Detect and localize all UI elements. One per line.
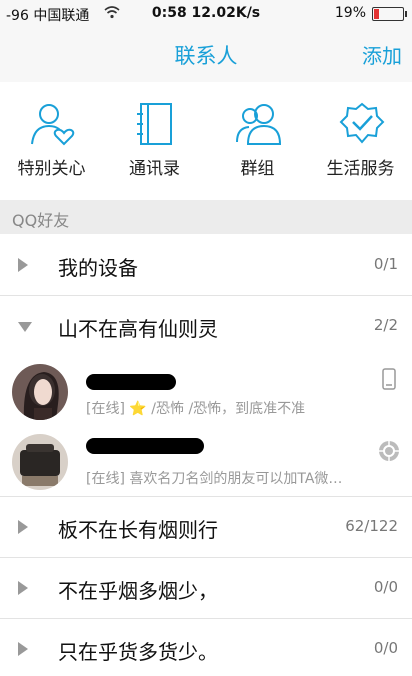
add-button[interactable]: 添加 bbox=[362, 40, 402, 69]
online-status: [在线] bbox=[86, 471, 125, 487]
group-name: 板不在长有烟则行 bbox=[58, 518, 218, 542]
collapsed-arrow-icon bbox=[18, 258, 28, 272]
group-name: 不在乎烟多烟少， bbox=[58, 579, 218, 603]
group-name: 山不在高有仙则灵 bbox=[58, 317, 218, 341]
avatar bbox=[12, 364, 68, 420]
group-count: 0/1 bbox=[373, 255, 398, 273]
group-count: 0/0 bbox=[373, 578, 398, 596]
group-icon bbox=[236, 104, 282, 145]
life-service-icon bbox=[339, 102, 385, 144]
shortcut-address-book[interactable]: 通讯录 bbox=[103, 84, 206, 200]
page-title: 联系人 bbox=[174, 44, 238, 68]
group-count: 2/2 bbox=[373, 316, 398, 334]
group-count: 0/0 bbox=[373, 639, 398, 657]
battery-percent: 19% bbox=[334, 5, 366, 21]
signature-text: /恐怖 /恐怖，到底准不准 bbox=[151, 401, 306, 417]
group-row-expanded[interactable]: 山不在高有仙则灵 2/2 bbox=[0, 296, 412, 356]
star-icon: ⭐ bbox=[129, 401, 147, 417]
group-row[interactable]: 不在乎烟多烟少， 0/0 bbox=[0, 558, 412, 619]
battery-icon bbox=[372, 7, 407, 21]
group-row-my-devices[interactable]: 我的设备 0/1 bbox=[0, 235, 412, 296]
redacted-friend-name bbox=[86, 374, 176, 390]
section-label: QQ好友 bbox=[12, 211, 70, 230]
status-bar: -96 中国联通 0:58 12.02K/s 19% bbox=[0, 0, 412, 26]
shortcut-label: 特别关心 bbox=[17, 159, 86, 179]
nav-bar: 联系人 添加 bbox=[0, 26, 412, 82]
shortcut-bar: 特别关心 通讯录 群组 生活服务 bbox=[0, 84, 412, 200]
collapsed-arrow-icon bbox=[18, 642, 28, 656]
shortcut-life-services[interactable]: 生活服务 bbox=[309, 84, 412, 200]
redacted-friend-name bbox=[86, 438, 204, 454]
online-status: [在线] bbox=[86, 401, 125, 417]
collapsed-arrow-icon bbox=[18, 581, 28, 595]
web-client-icon bbox=[379, 441, 399, 461]
signature-text: 喜欢名刀名剑的朋友可以加TA微… bbox=[129, 471, 343, 487]
shortcut-label: 群组 bbox=[240, 159, 275, 179]
avatar bbox=[12, 434, 68, 490]
friend-row[interactable]: [在线] 喜欢名刀名剑的朋友可以加TA微… bbox=[0, 426, 412, 497]
group-row[interactable]: 板不在长有烟则行 62/122 bbox=[0, 497, 412, 558]
shortcut-special-care[interactable]: 特别关心 bbox=[0, 84, 103, 200]
group-row[interactable]: 只在乎货多货少。 0/0 bbox=[0, 619, 412, 676]
collapsed-arrow-icon bbox=[18, 520, 28, 534]
shortcut-label: 生活服务 bbox=[326, 159, 395, 179]
group-name: 我的设备 bbox=[58, 256, 138, 280]
phone-icon bbox=[382, 368, 396, 390]
group-name: 只在乎货多货少。 bbox=[58, 640, 218, 664]
friend-status: [在线] 喜欢名刀名剑的朋友可以加TA微… bbox=[86, 468, 342, 488]
friend-status: [在线] ⭐ /恐怖 /恐怖，到底准不准 bbox=[86, 398, 305, 418]
expanded-arrow-icon bbox=[18, 322, 32, 332]
special-care-icon bbox=[31, 104, 75, 146]
shortcut-groups[interactable]: 群组 bbox=[206, 84, 309, 200]
shortcut-label: 通讯录 bbox=[129, 159, 180, 179]
group-count: 62/122 bbox=[345, 517, 398, 535]
address-book-icon bbox=[137, 103, 172, 145]
friend-row[interactable]: [在线] ⭐ /恐怖 /恐怖，到底准不准 bbox=[0, 356, 412, 426]
section-header-qq-friends: QQ好友 bbox=[0, 200, 412, 234]
